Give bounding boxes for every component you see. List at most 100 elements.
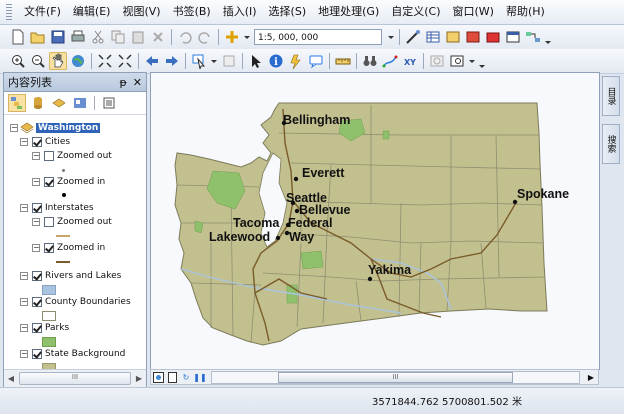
pin-icon[interactable]: ᵽ (119, 76, 126, 89)
select-dropdown-icon[interactable] (210, 52, 218, 70)
search-tab[interactable]: 搜索 (602, 124, 620, 164)
new-icon[interactable] (9, 28, 27, 46)
pause-drawing-icon[interactable]: ❚❚ (193, 371, 207, 383)
list-by-visibility-icon[interactable] (50, 94, 68, 112)
menu-bookmarks[interactable]: 书签(B) (167, 2, 217, 22)
toc-options-icon[interactable] (100, 94, 118, 112)
layer-name[interactable]: State Background (45, 349, 125, 359)
layer-row-cities[interactable]: − Cities (20, 135, 70, 149)
close-icon[interactable]: ✕ (133, 76, 142, 89)
open-icon[interactable] (29, 28, 47, 46)
menu-edit[interactable]: 编辑(E) (67, 2, 117, 22)
undo-icon[interactable] (176, 28, 194, 46)
class-row[interactable]: − Zoomed out (32, 215, 112, 229)
delete-icon[interactable] (149, 28, 167, 46)
layer-row-state-background[interactable]: − State Background (20, 347, 125, 361)
save-icon[interactable] (49, 28, 67, 46)
menu-view[interactable]: 视图(V) (116, 2, 166, 22)
collapse-icon[interactable]: − (20, 298, 28, 306)
toolbar-options-icon[interactable] (478, 52, 486, 70)
editor-icon[interactable] (404, 28, 422, 46)
class-checkbox[interactable] (44, 217, 54, 227)
map-canvas[interactable] (151, 73, 599, 369)
hyperlink-icon[interactable] (287, 52, 305, 70)
layer-row-interstates[interactable]: − Interstates (20, 201, 94, 215)
full-extent-icon[interactable] (69, 52, 87, 70)
search-window-icon[interactable] (464, 28, 482, 46)
create-viewer-icon[interactable] (448, 52, 466, 70)
select-elements-icon[interactable] (247, 52, 265, 70)
menu-selection[interactable]: 选择(S) (263, 2, 313, 22)
add-data-icon[interactable] (223, 28, 241, 46)
collapse-icon[interactable]: − (32, 244, 40, 252)
table-icon[interactable] (424, 28, 442, 46)
layer-name[interactable]: County Boundaries (45, 297, 131, 307)
list-by-selection-icon[interactable] (71, 94, 89, 112)
collapse-icon[interactable]: − (20, 324, 28, 332)
catalog-icon[interactable] (444, 28, 462, 46)
toolbar-options-icon[interactable] (544, 28, 552, 46)
menu-file[interactable]: 文件(F) (18, 2, 67, 22)
layer-name[interactable]: Interstates (45, 203, 94, 213)
scale-dropdown-icon[interactable] (387, 28, 395, 46)
layer-name[interactable]: Rivers and Lakes (45, 271, 121, 281)
python-icon[interactable] (504, 28, 522, 46)
layout-view-icon[interactable] (165, 371, 179, 383)
collapse-icon[interactable]: − (20, 272, 28, 280)
layer-checkbox[interactable] (32, 271, 42, 281)
menu-customize[interactable]: 自定义(C) (385, 2, 446, 22)
layer-row-rivers-lakes[interactable]: − Rivers and Lakes (20, 269, 121, 283)
clear-selection-icon[interactable] (220, 52, 238, 70)
fixed-zoom-out-icon[interactable] (116, 52, 134, 70)
class-label[interactable]: Zoomed in (57, 243, 105, 253)
layer-row-county-boundaries[interactable]: − County Boundaries (20, 295, 131, 309)
list-by-drawing-order-icon[interactable] (8, 94, 26, 112)
list-by-source-icon[interactable] (29, 94, 47, 112)
class-label[interactable]: Zoomed in (57, 177, 105, 187)
time-slider-icon[interactable] (428, 52, 446, 70)
scale-input[interactable]: 1:5, 000, 000 (254, 29, 382, 45)
catalog-tab[interactable]: 目录 (602, 76, 620, 116)
layer-checkbox[interactable] (32, 297, 42, 307)
zoom-out-icon[interactable] (29, 52, 47, 70)
html-popup-icon[interactable] (307, 52, 325, 70)
collapse-icon[interactable]: − (20, 138, 28, 146)
collapse-icon[interactable]: − (10, 124, 18, 132)
arctoolbox-icon[interactable] (484, 28, 502, 46)
redo-icon[interactable] (196, 28, 214, 46)
data-view-icon[interactable] (151, 371, 165, 383)
class-label[interactable]: Zoomed out (57, 151, 112, 161)
find-route-icon[interactable] (381, 52, 399, 70)
class-checkbox[interactable] (44, 177, 54, 187)
collapse-icon[interactable]: − (20, 350, 28, 358)
forward-icon[interactable] (163, 52, 181, 70)
data-frame-name[interactable]: Washington (36, 123, 101, 133)
menu-window[interactable]: 窗口(W) (447, 2, 500, 22)
cut-icon[interactable] (89, 28, 107, 46)
add-data-dropdown-icon[interactable] (243, 28, 251, 46)
refresh-icon[interactable]: ↻ (179, 371, 193, 383)
class-checkbox[interactable] (44, 243, 54, 253)
copy-icon[interactable] (109, 28, 127, 46)
map-display[interactable]: Bellingham Everett Seattle Bellevue Taco… (150, 72, 600, 370)
menu-geoprocessing[interactable]: 地理处理(G) (312, 2, 385, 22)
collapse-icon[interactable]: − (32, 152, 40, 160)
layer-name[interactable]: Parks (45, 323, 69, 333)
scroll-thumb[interactable]: III (278, 371, 513, 383)
menu-grip[interactable] (6, 4, 12, 20)
class-row[interactable]: − Zoomed out (32, 149, 112, 163)
layer-checkbox[interactable] (32, 137, 42, 147)
layer-checkbox[interactable] (32, 203, 42, 213)
layer-row-parks[interactable]: − Parks (20, 321, 69, 335)
collapse-icon[interactable]: − (20, 204, 28, 212)
class-row[interactable]: − Zoomed in (32, 175, 105, 189)
measure-icon[interactable] (334, 52, 352, 70)
class-row[interactable]: − Zoomed in (32, 241, 105, 255)
print-icon[interactable] (69, 28, 87, 46)
map-horizontal-scrollbar[interactable]: III (211, 370, 580, 384)
class-checkbox[interactable] (44, 151, 54, 161)
select-features-icon[interactable] (190, 52, 208, 70)
scroll-right-icon[interactable]: ▶ (132, 374, 146, 383)
scroll-left-icon[interactable]: ◀ (4, 374, 18, 383)
layer-checkbox[interactable] (32, 349, 42, 359)
